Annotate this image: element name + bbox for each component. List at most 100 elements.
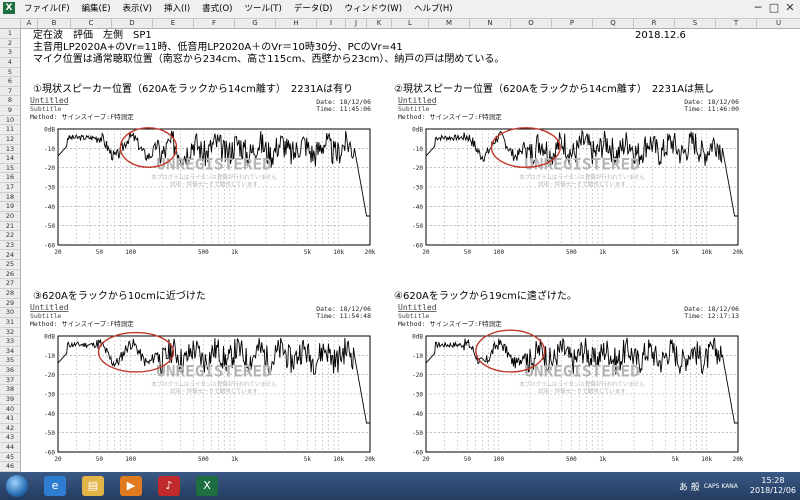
row-header-14[interactable]: 14 — [0, 154, 20, 164]
row-header-42[interactable]: 42 — [0, 424, 20, 434]
menu-file[interactable]: ファイル(F) — [18, 2, 76, 16]
row-header-43[interactable]: 43 — [0, 433, 20, 444]
plot-x-tick-label: 50 — [464, 456, 472, 462]
row-header-27[interactable]: 27 — [0, 279, 20, 290]
panel-2-heading: ②現状スピーカー位置（620Aをラックから14cm離す） 2231Aは無し — [394, 84, 715, 95]
row-header-46[interactable]: 46 — [0, 462, 20, 472]
column-header-f[interactable]: F — [194, 19, 235, 28]
row-header-22[interactable]: 22 — [0, 231, 20, 241]
row-header-31[interactable]: 31 — [0, 318, 20, 328]
excel-app-icon[interactable]: X — [3, 2, 15, 14]
row-header-26[interactable]: 26 — [0, 270, 20, 280]
row-header-30[interactable]: 30 — [0, 308, 20, 318]
row-header-41[interactable]: 41 — [0, 414, 20, 424]
menu-data[interactable]: データ(D) — [288, 2, 339, 16]
column-header-r[interactable]: R — [634, 19, 675, 28]
row-header-45[interactable]: 45 — [0, 453, 20, 463]
row-header-9[interactable]: 9 — [0, 106, 20, 116]
column-header-l[interactable]: L — [392, 19, 429, 28]
row-header-34[interactable]: 34 — [0, 347, 20, 357]
minimize-button[interactable]: ─ — [750, 0, 766, 16]
row-header-39[interactable]: 39 — [0, 395, 20, 405]
row-header-4[interactable]: 4 — [0, 58, 20, 68]
row-header-33[interactable]: 33 — [0, 337, 20, 347]
row-header-29[interactable]: 29 — [0, 299, 20, 309]
system-clock[interactable]: 15:28 2018/12/06 — [750, 476, 796, 496]
row-header-38[interactable]: 38 — [0, 385, 20, 395]
row-header-11[interactable]: 11 — [0, 125, 20, 135]
restore-button[interactable]: □ — [766, 0, 782, 16]
column-header-e[interactable]: E — [153, 19, 194, 28]
row-header-6[interactable]: 6 — [0, 77, 20, 87]
close-button[interactable]: ✕ — [782, 0, 798, 16]
row-header-5[interactable]: 5 — [0, 68, 20, 78]
column-header-t[interactable]: T — [716, 19, 757, 28]
row-header-37[interactable]: 37 — [0, 376, 20, 386]
frequency-response-plot-2[interactable]: Untitled Subtitle Method: サインスイープ:F特測定 Date… — [398, 95, 744, 258]
row-header-23[interactable]: 23 — [0, 241, 20, 251]
media-player-icon[interactable]: ▶ — [120, 476, 142, 496]
row-header-19[interactable]: 19 — [0, 202, 20, 212]
menu-tools[interactable]: ツール(T) — [238, 2, 287, 16]
menu-edit[interactable]: 編集(E) — [76, 2, 117, 16]
column-header-o[interactable]: O — [511, 19, 552, 28]
row-header-17[interactable]: 17 — [0, 183, 20, 193]
column-header-s[interactable]: S — [675, 19, 716, 28]
row-header-36[interactable]: 36 — [0, 366, 20, 376]
row-header-21[interactable]: 21 — [0, 222, 20, 232]
column-header-c[interactable]: C — [71, 19, 112, 28]
column-header-a[interactable]: A — [21, 19, 38, 28]
row-header-12[interactable]: 12 — [0, 135, 20, 145]
internet-explorer-icon[interactable]: e — [44, 476, 66, 496]
row-header-13[interactable]: 13 — [0, 145, 20, 155]
audio-app-icon[interactable]: ♪ — [158, 476, 180, 496]
frequency-response-plot-3[interactable]: Untitled Subtitle Method: サインスイープ:F特測定 Date… — [30, 302, 376, 465]
row-header-28[interactable]: 28 — [0, 289, 20, 299]
row-header-20[interactable]: 20 — [0, 212, 20, 222]
plot-x-tick-label: 5k — [304, 456, 312, 462]
column-header-b[interactable]: B — [38, 19, 71, 28]
row-header-40[interactable]: 40 — [0, 405, 20, 415]
row-header-44[interactable]: 44 — [0, 443, 20, 453]
row-header-8[interactable]: 8 — [0, 96, 20, 107]
menu-window[interactable]: ウィンドウ(W) — [338, 2, 408, 16]
start-button[interactable] — [6, 475, 28, 497]
plot-y-tick-label: -10 — [412, 353, 423, 360]
row-header-3[interactable]: 3 — [0, 48, 20, 58]
row-header-24[interactable]: 24 — [0, 251, 20, 261]
row-header-10[interactable]: 10 — [0, 116, 20, 126]
column-header-u[interactable]: U — [757, 19, 800, 28]
ime-indicator[interactable]: あ 般 — [679, 480, 700, 493]
folder-icon[interactable]: ▤ — [82, 476, 104, 496]
row-header-32[interactable]: 32 — [0, 328, 20, 338]
row-header-16[interactable]: 16 — [0, 173, 20, 184]
column-header-j[interactable]: J — [346, 19, 367, 28]
row-header-2[interactable]: 2 — [0, 39, 20, 49]
menu-help[interactable]: ヘルプ(H) — [408, 2, 459, 16]
row-header-25[interactable]: 25 — [0, 260, 20, 270]
column-header-q[interactable]: Q — [593, 19, 634, 28]
column-header-i[interactable]: I — [317, 19, 346, 28]
plot-x-tick-label: 10k — [333, 456, 344, 462]
menu-format[interactable]: 書式(O) — [196, 2, 238, 16]
row-header-7[interactable]: 7 — [0, 87, 20, 97]
menu-insert[interactable]: 挿入(I) — [158, 2, 196, 16]
menu-view[interactable]: 表示(V) — [117, 2, 158, 16]
column-header-p[interactable]: P — [552, 19, 593, 28]
row-header-15[interactable]: 15 — [0, 164, 20, 174]
excel-taskbar-icon[interactable]: X — [196, 476, 218, 496]
column-header-d[interactable]: D — [112, 19, 153, 28]
column-header-m[interactable]: M — [429, 19, 470, 28]
row-header-1[interactable]: 1 — [0, 29, 20, 39]
select-all-corner[interactable] — [0, 19, 21, 28]
column-header-h[interactable]: H — [276, 19, 317, 28]
column-header-n[interactable]: N — [470, 19, 511, 28]
frequency-response-plot-1[interactable]: Untitled Subtitle Method: サインスイープ:F特測定 Date… — [30, 95, 376, 258]
column-header-k[interactable]: K — [367, 19, 392, 28]
row-header-18[interactable]: 18 — [0, 193, 20, 203]
plot-svg: UntitledSubtitleMethod: サインスイープ:F特測定Date… — [30, 96, 376, 256]
watermark-note-1: 本プログラムはライセンス登録が行われていません — [519, 173, 645, 181]
column-header-g[interactable]: G — [235, 19, 276, 28]
frequency-response-plot-4[interactable]: Untitled Subtitle Method: サインスイープ:F特測定 Date… — [398, 302, 744, 465]
row-header-35[interactable]: 35 — [0, 356, 20, 367]
